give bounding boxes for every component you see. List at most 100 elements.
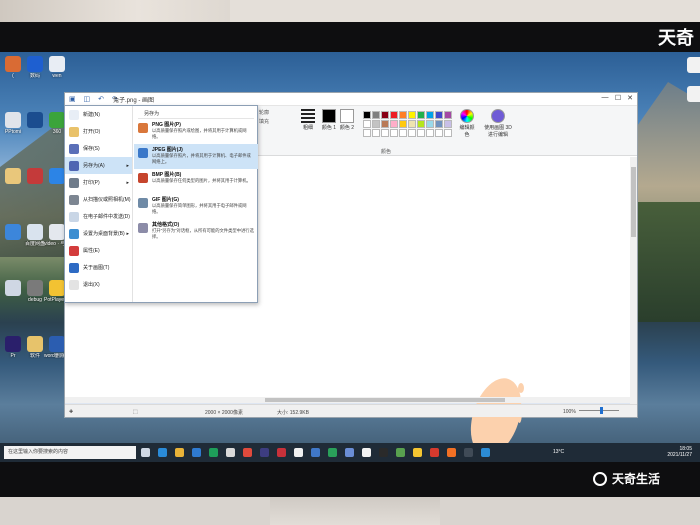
color-swatch[interactable]: [399, 129, 407, 137]
color-swatch[interactable]: [408, 111, 416, 119]
taskbar-app-icon[interactable]: [447, 448, 456, 457]
color-swatch[interactable]: [408, 129, 416, 137]
color-swatch[interactable]: [444, 120, 452, 128]
file-menu-item[interactable]: 退出(X): [65, 276, 132, 293]
color-swatch[interactable]: [399, 120, 407, 128]
color-swatch[interactable]: [435, 111, 443, 119]
color-swatch[interactable]: [444, 129, 452, 137]
file-menu-item[interactable]: 设置为桌面背景(B) ▸: [65, 225, 132, 242]
taskbar-search[interactable]: 在这里输入你要搜索的内容: [4, 446, 136, 459]
taskbar-app-icon[interactable]: [345, 448, 354, 457]
color-swatch[interactable]: [390, 111, 398, 119]
desktop-icon-image: [49, 280, 65, 296]
zoom-slider-thumb[interactable]: [600, 407, 603, 414]
file-menu-item[interactable]: 属性(E): [65, 242, 132, 259]
scroll-thumb[interactable]: [265, 398, 505, 402]
color-swatch[interactable]: [381, 129, 389, 137]
desktop-icon[interactable]: wen: [44, 56, 70, 79]
color1-button[interactable]: 颜色 1: [321, 109, 337, 131]
save-as-option[interactable]: JPEG 图片(J) 以高质量保存照片，并将其用于计算机、电子邮件或网络上。: [134, 144, 258, 169]
color-swatch[interactable]: [363, 111, 371, 119]
color-swatch[interactable]: [372, 120, 380, 128]
taskbar-app-icon[interactable]: [141, 448, 150, 457]
save-as-option[interactable]: BMP 图片(B) 以高质量保存任何类型的图片，并将其用于计算机。: [134, 169, 258, 194]
color-swatch[interactable]: [435, 120, 443, 128]
taskbar-app-icon[interactable]: [362, 448, 371, 457]
taskbar-app-icon[interactable]: [396, 448, 405, 457]
color-swatch[interactable]: [426, 129, 434, 137]
edit-colors-button[interactable]: 编辑颜色: [459, 109, 475, 138]
taskbar-app-icon[interactable]: [260, 448, 269, 457]
color-swatch[interactable]: [426, 111, 434, 119]
taskbar-app-icon[interactable]: [175, 448, 184, 457]
color2-button[interactable]: 颜色 2: [339, 109, 355, 131]
color-swatch[interactable]: [390, 129, 398, 137]
size-button[interactable]: 粗细: [299, 109, 317, 131]
brush-fill-label[interactable]: 填充: [259, 118, 269, 125]
color-swatch[interactable]: [363, 129, 371, 137]
file-format-icon: [138, 198, 148, 208]
monitor-stand: [270, 497, 440, 525]
color-swatch[interactable]: [363, 120, 371, 128]
color-swatch[interactable]: [372, 111, 380, 119]
file-menu-item[interactable]: 打开(O): [65, 123, 132, 140]
taskbar-app-icon[interactable]: [430, 448, 439, 457]
zoom-slider[interactable]: [579, 410, 619, 411]
taskbar-app-icon[interactable]: [209, 448, 218, 457]
color-palette: [363, 111, 452, 137]
taskbar-app-icon[interactable]: [277, 448, 286, 457]
color-swatch[interactable]: [417, 129, 425, 137]
color-swatch[interactable]: [417, 120, 425, 128]
file-menu-item[interactable]: 新建(N): [65, 106, 132, 123]
color-swatch[interactable]: [381, 120, 389, 128]
taskbar-app-icon[interactable]: [243, 448, 252, 457]
color-swatch[interactable]: [399, 111, 407, 119]
close-button[interactable]: ✕: [624, 94, 636, 102]
color-swatch[interactable]: [408, 120, 416, 128]
watermark-bottom: 天奇生活: [592, 470, 660, 487]
desktop-icon-image: [5, 56, 21, 72]
file-menu-item[interactable]: 从扫描仪或照相机(M): [65, 191, 132, 208]
paint3d-button[interactable]: 使用画图 3D 进行编辑: [483, 109, 513, 138]
color-swatch[interactable]: [372, 129, 380, 137]
clock[interactable]: 18:05 2021/11/27: [667, 446, 692, 458]
brush-outline-label[interactable]: 轮廓: [259, 109, 269, 116]
save-as-option[interactable]: GIF 图片(G) 以高质量保存简单图形，并将其用于电子邮件或网络。: [134, 194, 258, 219]
desktop-icon-file[interactable]: [682, 86, 700, 102]
taskbar-app-icon[interactable]: [158, 448, 167, 457]
weather-temperature[interactable]: 13°C: [553, 449, 564, 455]
color-swatch[interactable]: [381, 111, 389, 119]
save-as-option[interactable]: PNG 图片(P) 以高质量保存照片或绘图，并将其用于计算机或网络。: [134, 119, 258, 144]
minimize-button[interactable]: —: [599, 94, 611, 101]
taskbar-app-icon[interactable]: [481, 448, 490, 457]
color-swatch[interactable]: [444, 111, 452, 119]
taskbar-app-icon[interactable]: [464, 448, 473, 457]
color-swatch[interactable]: [426, 120, 434, 128]
taskbar-app-icon[interactable]: [311, 448, 320, 457]
desktop-icon-file[interactable]: [682, 57, 700, 73]
taskbar-app-icon[interactable]: [379, 448, 388, 457]
taskbar-app-icon[interactable]: [226, 448, 235, 457]
save-as-option[interactable]: 其他格式(O) 打开"另存为"对话框，从所有可能的文件类型中进行选择。: [134, 219, 258, 244]
color-swatch[interactable]: [390, 120, 398, 128]
zoom-level: 100%: [563, 409, 576, 415]
maximize-button[interactable]: ☐: [612, 94, 624, 102]
taskbar-app-icon[interactable]: [328, 448, 337, 457]
file-menu-item[interactable]: 关于画图(T): [65, 259, 132, 276]
vertical-scrollbar[interactable]: [630, 157, 637, 405]
menu-item-icon: [69, 177, 79, 188]
file-menu-item[interactable]: 在电子邮件中发送(D): [65, 208, 132, 225]
desktop-icon-image: [27, 112, 43, 128]
taskbar-app-icon[interactable]: [192, 448, 201, 457]
color-swatch[interactable]: [435, 129, 443, 137]
submenu-arrow-icon: ▸: [126, 179, 129, 186]
file-menu-item[interactable]: 打印(P) ▸: [65, 174, 132, 191]
taskbar-app-icon[interactable]: [413, 448, 422, 457]
horizontal-scrollbar[interactable]: [65, 397, 630, 403]
window-title: 兔子.png - 画图: [113, 98, 155, 104]
color-swatch[interactable]: [417, 111, 425, 119]
file-menu-item[interactable]: 保存(S): [65, 140, 132, 157]
scroll-thumb[interactable]: [631, 167, 636, 237]
file-menu-item[interactable]: 另存为(A) ▸: [65, 157, 132, 174]
taskbar-app-icon[interactable]: [294, 448, 303, 457]
